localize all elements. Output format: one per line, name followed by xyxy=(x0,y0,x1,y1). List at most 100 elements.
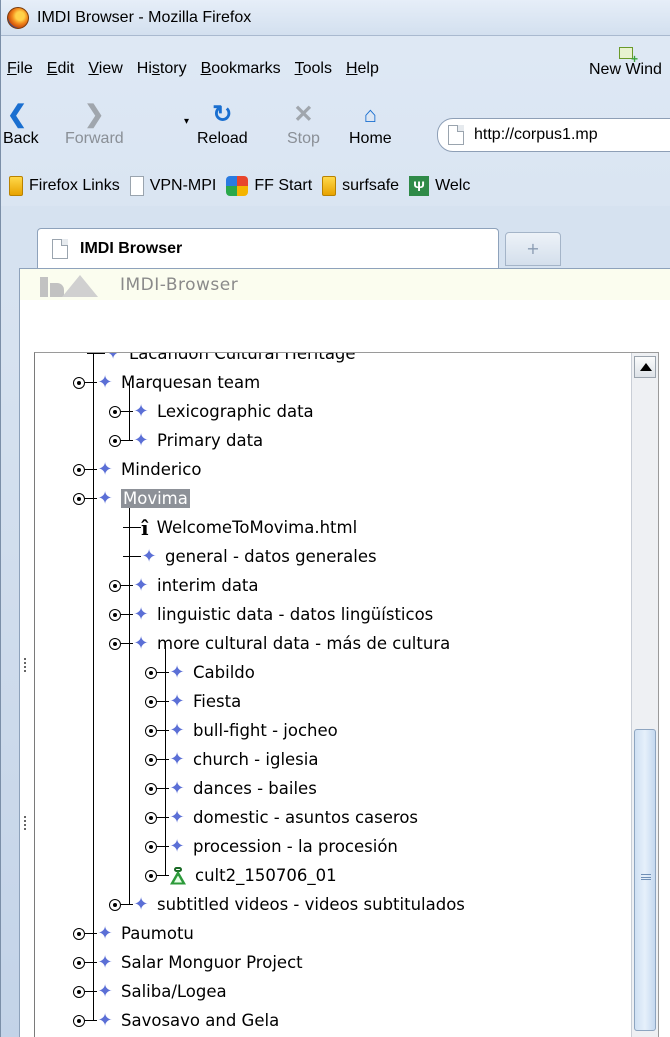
tree-node-welcometomovima-html[interactable]: î WelcomeToMovima.html xyxy=(123,513,357,542)
tree-node-label: WelcomeToMovima.html xyxy=(156,518,358,537)
new-tab-icon: + xyxy=(526,239,540,258)
tree-node-more-cultural-data-m-s-de-cultura[interactable]: ✦ more cultural data - más de cultura xyxy=(109,629,450,658)
tree-node-primary-data[interactable]: ✦ Primary data xyxy=(109,426,263,455)
menu-history-pre: Hi xyxy=(136,60,152,77)
corpus-star-icon: ✦ xyxy=(133,400,149,422)
splitter-grip-icon[interactable] xyxy=(24,816,28,830)
bookmark-welc[interactable]: Ψ Welc xyxy=(409,176,470,196)
corpus-star-icon: ✦ xyxy=(133,574,149,596)
tree-node-lacandon-cultural-heritage[interactable]: ✦ Lacandon Cultural Heritage xyxy=(87,353,356,368)
expand-toggle-icon[interactable] xyxy=(73,956,85,969)
tab-imdi-browser[interactable]: IMDI Browser xyxy=(37,228,499,268)
bookmark-vpn-mpi[interactable]: VPN-MPI xyxy=(129,176,216,196)
expand-toggle-icon[interactable] xyxy=(73,376,85,389)
menu-tools[interactable]: Tools xyxy=(295,52,332,78)
expand-toggle-icon[interactable] xyxy=(145,695,157,708)
tree-node-general-datos-generales[interactable]: ✦ general - datos generales xyxy=(123,542,377,571)
expand-toggle-icon[interactable] xyxy=(145,840,157,853)
tree-node-cult2-150706-01[interactable]: cult2_150706_01 xyxy=(145,861,337,890)
corpus-star-icon: ✦ xyxy=(97,951,113,973)
tree-node-savosavo-and-gela[interactable]: ✦ Savosavo and Gela xyxy=(73,1006,279,1035)
menu-history[interactable]: History xyxy=(137,52,187,78)
tree-node-church-iglesia[interactable]: ✦ church - iglesia xyxy=(145,745,318,774)
expand-toggle-icon[interactable] xyxy=(145,811,157,824)
expand-toggle-icon[interactable] xyxy=(73,463,85,476)
menu-view[interactable]: View xyxy=(88,52,122,78)
back-button[interactable]: ❮ Back xyxy=(3,100,39,148)
new-window-button[interactable]: New Wind xyxy=(589,47,669,79)
applet-area: ✦ Lacandon Cultural Heritage ✦ Marquesan te… xyxy=(19,300,670,1037)
scroll-thumb[interactable] xyxy=(634,729,656,1031)
tree-node-paumotu[interactable]: ✦ Paumotu xyxy=(73,919,194,948)
expand-toggle-icon[interactable] xyxy=(145,753,157,766)
stop-button[interactable]: ✕ Stop xyxy=(287,100,320,148)
tree-node-minderico[interactable]: ✦ Minderico xyxy=(73,455,201,484)
tree-node-label: Primary data xyxy=(157,431,264,450)
app-title: IMDI-Browser xyxy=(120,274,239,295)
tree-branch-line xyxy=(121,643,133,644)
tree-branch-line xyxy=(123,556,141,557)
tree-node-bull-fight-jocheo[interactable]: ✦ bull-fight - jocheo xyxy=(145,716,338,745)
folder-icon xyxy=(322,176,337,196)
ffstart-icon xyxy=(226,176,249,196)
menu-file[interactable]: File xyxy=(7,52,33,78)
tree-vertical-scrollbar[interactable] xyxy=(631,353,659,1037)
home-button[interactable]: ⌂ Home xyxy=(349,100,392,148)
expand-toggle-icon[interactable] xyxy=(73,927,85,940)
tree-node-procession-la-procesi-n[interactable]: ✦ procession - la procesión xyxy=(145,832,398,861)
menu-tools-label: ools xyxy=(302,60,332,77)
reload-button[interactable]: ↻ Reload xyxy=(197,100,248,148)
menu-help-label: elp xyxy=(357,60,379,77)
tree-branch-line xyxy=(123,527,141,528)
tree-node-cabildo[interactable]: ✦ Cabildo xyxy=(145,658,255,687)
tree-node-label: linguistic data - datos lingüísticos xyxy=(157,605,434,624)
session-icon xyxy=(169,866,187,885)
forward-button[interactable]: ❯ Forward xyxy=(65,100,124,148)
bookmark-firefox-links[interactable]: Firefox Links xyxy=(9,176,120,196)
menu-edit[interactable]: Edit xyxy=(47,52,75,78)
tree-node-linguistic-data-datos-ling-sticos[interactable]: ✦ linguistic data - datos lingüísticos xyxy=(109,600,433,629)
bookmark-surfsafe[interactable]: surfsafe xyxy=(322,176,399,196)
bookmark-label: Firefox Links xyxy=(29,177,120,194)
tree-node-subtitled-videos-videos-subtitulados[interactable]: ✦ subtitled videos - videos subtitulados xyxy=(109,890,465,919)
tree-node-interim-data[interactable]: ✦ interim data xyxy=(109,571,259,600)
expand-toggle-icon[interactable] xyxy=(145,869,157,882)
tree-node-domestic-asuntos-caseros[interactable]: ✦ domestic - asuntos caseros xyxy=(145,803,418,832)
tree-branch-line xyxy=(87,353,105,354)
history-dropdown-icon[interactable]: ▾ xyxy=(184,116,189,127)
expand-toggle-icon[interactable] xyxy=(109,405,121,418)
tree-node-dances-bailes[interactable]: ✦ dances - bailes xyxy=(145,774,317,803)
splitter-grip-icon[interactable] xyxy=(24,658,28,672)
menu-bookmarks[interactable]: Bookmarks xyxy=(201,52,281,78)
forward-label: Forward xyxy=(65,130,124,147)
expand-toggle-icon[interactable] xyxy=(73,492,85,505)
expand-toggle-icon[interactable] xyxy=(109,637,121,650)
expand-toggle-icon[interactable] xyxy=(109,898,121,911)
expand-toggle-icon[interactable] xyxy=(145,666,157,679)
tree-node-movima[interactable]: ✦ Movima xyxy=(73,484,190,513)
tree-node-salar-monguor-project[interactable]: ✦ Salar Monguor Project xyxy=(73,948,303,977)
expand-toggle-icon[interactable] xyxy=(73,1014,85,1027)
tree-node-fiesta[interactable]: ✦ Fiesta xyxy=(145,687,241,716)
tree-node-label: Savosavo and Gela xyxy=(121,1011,280,1030)
new-window-label: New Wind xyxy=(589,61,662,78)
expand-toggle-icon[interactable] xyxy=(109,434,121,447)
folder-icon xyxy=(9,176,23,196)
scroll-up-arrow-icon[interactable] xyxy=(634,356,656,378)
menu-help[interactable]: Help xyxy=(346,52,379,78)
url-bar[interactable]: http://corpus1.mp xyxy=(437,118,670,152)
new-tab-button[interactable]: + xyxy=(505,232,561,266)
expand-toggle-icon[interactable] xyxy=(109,608,121,621)
expand-toggle-icon[interactable] xyxy=(145,724,157,737)
menu-edit-mnemonic: E xyxy=(46,60,58,77)
tab-bar: IMDI Browser + IMDI-Browser xyxy=(1,206,670,300)
expand-toggle-icon[interactable] xyxy=(145,782,157,795)
expand-toggle-icon[interactable] xyxy=(109,579,121,592)
bookmark-ff-start[interactable]: FF Start xyxy=(226,176,312,196)
url-text: http://corpus1.mp xyxy=(474,126,598,143)
expand-toggle-icon[interactable] xyxy=(73,985,85,998)
tree-node-lexicographic-data[interactable]: ✦ Lexicographic data xyxy=(109,397,314,426)
tree-node-marquesan-team[interactable]: ✦ Marquesan team xyxy=(73,368,260,397)
tree-node-saliba-logea[interactable]: ✦ Saliba/Logea xyxy=(73,977,227,1006)
forward-arrow-icon: ❯ xyxy=(84,101,105,128)
